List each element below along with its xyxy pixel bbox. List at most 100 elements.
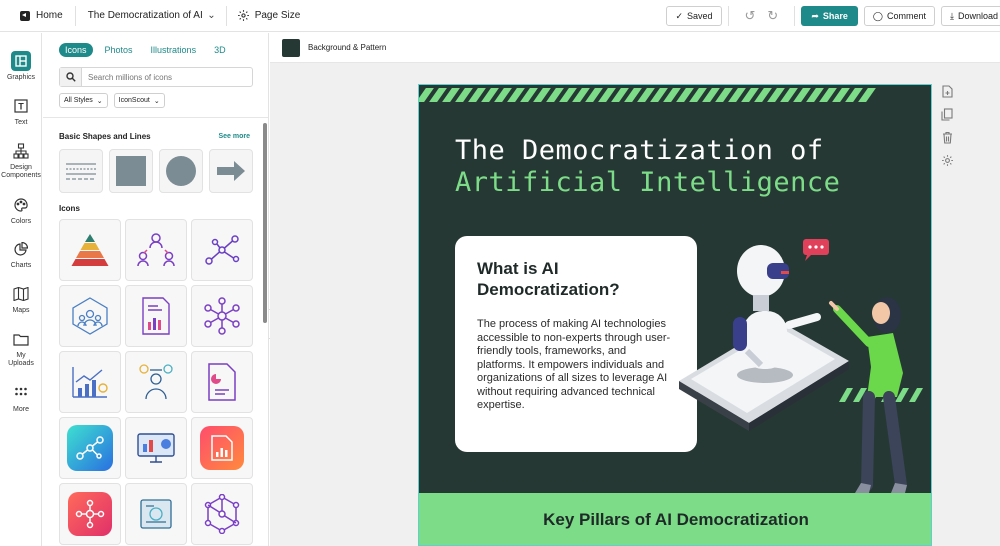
- map-icon: [11, 284, 31, 304]
- source-filter-dropdown[interactable]: IconScout ⌄: [113, 93, 165, 108]
- icon-card[interactable]: [191, 483, 253, 545]
- rail-label: Colors: [10, 218, 32, 225]
- undo-icon[interactable]: ↺: [745, 8, 756, 24]
- icon-card[interactable]: [59, 285, 121, 347]
- tab-photos[interactable]: Photos: [99, 43, 139, 57]
- home-label: Home: [36, 10, 63, 21]
- download-label: Download: [957, 11, 998, 21]
- infographic-page[interactable]: The Democratization of Artificial Intell…: [418, 84, 932, 546]
- download-button[interactable]: ⤓ Download: [940, 6, 1000, 26]
- headline-line-1[interactable]: The Democratization of: [455, 135, 824, 166]
- style-filter-dropdown[interactable]: All Styles ⌄: [59, 93, 108, 108]
- tab-3d[interactable]: 3D: [208, 43, 232, 57]
- grid-dots-icon: [11, 383, 31, 403]
- panel-scrollbar[interactable]: [263, 123, 267, 323]
- growth-chart-icon: [72, 367, 108, 398]
- page-size-label: Page Size: [254, 10, 301, 21]
- comment-label: Comment: [886, 11, 926, 21]
- delete-page-icon[interactable]: [940, 130, 954, 144]
- shape-arrow[interactable]: [209, 149, 253, 193]
- saved-label: Saved: [686, 11, 713, 21]
- share-button[interactable]: ➦ Share: [801, 6, 858, 26]
- background-color-swatch[interactable]: [282, 38, 300, 57]
- people-network-icon: [72, 297, 108, 335]
- icon-card[interactable]: [125, 219, 187, 281]
- definition-card[interactable]: What is AI Democratization? The process …: [455, 236, 697, 452]
- icon-card[interactable]: [59, 351, 121, 413]
- comment-button[interactable]: ◯ Comment: [863, 6, 935, 26]
- icon-card[interactable]: [125, 417, 187, 479]
- rail-item-charts[interactable]: Charts: [0, 239, 42, 270]
- shape-circle[interactable]: [159, 149, 203, 193]
- icon-card[interactable]: [191, 417, 253, 479]
- divider: [43, 117, 268, 118]
- folder-icon: [11, 329, 31, 349]
- document-title: The Democratization of AI: [87, 10, 203, 21]
- see-more-link[interactable]: See more: [218, 133, 250, 140]
- icon-card[interactable]: [191, 351, 253, 413]
- rail-label: Maps: [12, 307, 30, 314]
- undo-redo-group: ↺ ↻: [735, 8, 789, 24]
- document-pie-icon: [208, 363, 236, 401]
- tab-illustrations[interactable]: Illustrations: [145, 43, 203, 57]
- page-settings-icon[interactable]: [940, 153, 954, 167]
- woman-graphic: [829, 297, 907, 493]
- square-icon: [116, 156, 146, 186]
- basic-shapes-title: Basic Shapes and Lines: [59, 132, 151, 141]
- shape-lines[interactable]: [59, 149, 103, 193]
- document-title-dropdown[interactable]: The Democratization of AI ⌄: [76, 10, 226, 21]
- rail-item-maps[interactable]: Maps: [0, 284, 42, 315]
- icon-card[interactable]: [125, 483, 187, 545]
- team-network-icon: [137, 233, 175, 267]
- filters: All Styles ⌄ IconScout ⌄: [59, 93, 165, 108]
- home-button[interactable]: Home: [0, 0, 75, 31]
- tab-icons[interactable]: Icons: [59, 43, 93, 57]
- graphics-icon: [11, 51, 31, 71]
- icon-card[interactable]: [125, 351, 187, 413]
- redo-icon[interactable]: ↻: [767, 8, 778, 24]
- page-size-button[interactable]: Page Size: [227, 9, 311, 22]
- back-arrow-icon: [20, 10, 30, 21]
- icons-title: Icons: [59, 204, 80, 213]
- graphics-panel: Icons Photos Illustrations 3D All Styles…: [43, 33, 269, 546]
- rail-item-design-components[interactable]: Design Components: [0, 141, 42, 180]
- check-icon: ✓: [675, 10, 683, 21]
- decorative-stripes: [419, 88, 876, 102]
- divider: [794, 6, 796, 26]
- duplicate-page-icon[interactable]: [940, 107, 954, 121]
- icon-card[interactable]: [191, 219, 253, 281]
- saved-button[interactable]: ✓ Saved: [666, 6, 722, 26]
- rail-item-my-uploads[interactable]: My Uploads: [0, 329, 42, 368]
- add-page-icon[interactable]: [940, 84, 954, 98]
- share-icon: ➦: [811, 10, 819, 21]
- panel-tabs: Icons Photos Illustrations 3D: [59, 43, 232, 57]
- headline-line-2[interactable]: Artificial Intelligence: [455, 167, 840, 198]
- chevron-down-icon: ⌄: [96, 97, 103, 105]
- rail-item-graphics[interactable]: Graphics: [0, 51, 42, 82]
- shape-square[interactable]: [109, 149, 153, 193]
- arrow-right-icon: [217, 161, 245, 181]
- search-input[interactable]: [82, 72, 242, 82]
- share-label: Share: [822, 11, 848, 21]
- rail-item-more[interactable]: More: [0, 383, 42, 414]
- chat-bubble-icon: [803, 239, 829, 261]
- top-bar: Home The Democratization of AI ⌄ Page Si…: [0, 0, 1000, 32]
- download-icon: ⤓: [949, 10, 954, 21]
- icon-card[interactable]: [59, 417, 121, 479]
- background-pattern-label[interactable]: Background & Pattern: [308, 43, 386, 52]
- icon-card[interactable]: [191, 285, 253, 347]
- left-rail: Graphics T Text Design Components Colors…: [0, 33, 42, 546]
- analytics-monitor-icon: [137, 433, 175, 463]
- rail-item-text[interactable]: T Text: [0, 96, 42, 127]
- icon-card[interactable]: [59, 483, 121, 545]
- rail-label: Graphics: [6, 74, 35, 81]
- rail-item-colors[interactable]: Colors: [0, 195, 42, 226]
- rail-label: Charts: [10, 262, 32, 269]
- icon-card[interactable]: [125, 285, 187, 347]
- search-icon[interactable]: [60, 68, 82, 86]
- pillars-title[interactable]: Key Pillars of AI Democratization: [419, 510, 931, 530]
- gear-icon: [237, 10, 249, 21]
- icon-card[interactable]: [59, 219, 121, 281]
- robot-illustration[interactable]: [669, 233, 932, 493]
- gradient-network-icon: [67, 425, 113, 471]
